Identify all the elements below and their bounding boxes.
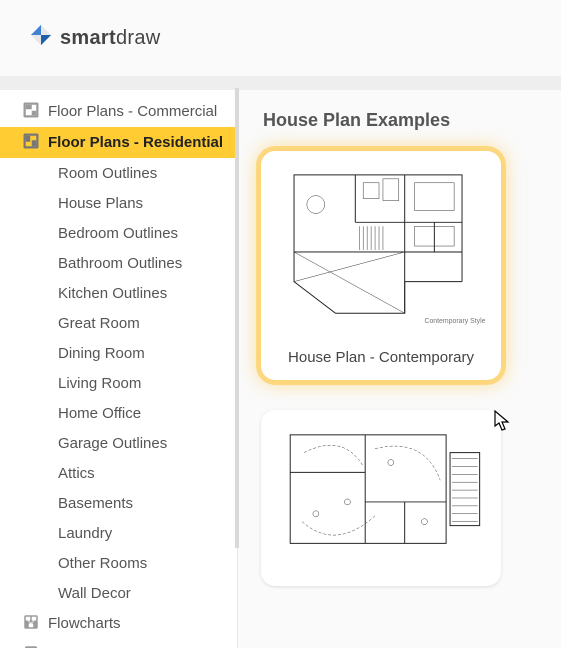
svg-text:Contemporary Style: Contemporary Style: [424, 318, 485, 325]
sidebar-subitem-great-room[interactable]: Great Room: [0, 308, 237, 338]
template-card-contemporary[interactable]: Contemporary Style House Plan - Contempo…: [261, 151, 501, 380]
sidebar-subitem-room-outlines[interactable]: Room Outlines: [0, 158, 237, 188]
sidebar-subitem-garage-outlines[interactable]: Garage Outlines: [0, 428, 237, 458]
sidebar-item-flowcharts[interactable]: Flowcharts: [0, 608, 237, 639]
sidebar-subitem-label: Other Rooms: [58, 555, 147, 572]
sidebar-subitem-attics[interactable]: Attics: [0, 458, 237, 488]
flowchart-icon: [22, 613, 48, 635]
sidebar-item-label: Floor Plans - Commercial: [48, 103, 217, 120]
template-thumbnail: [273, 422, 487, 572]
logo[interactable]: smartdraw: [22, 24, 161, 52]
sidebar-subitem-label: Room Outlines: [58, 165, 157, 182]
template-caption: House Plan - Contemporary: [273, 349, 489, 366]
sidebar-subitem-label: Dining Room: [58, 345, 145, 362]
floorplan-commercial-icon: [22, 101, 48, 123]
main-content: House Plan Examples: [241, 90, 561, 648]
sidebar-item-floorplans-residential[interactable]: Floor Plans - Residential: [0, 127, 237, 158]
sidebar-subitem-dining-room[interactable]: Dining Room: [0, 338, 237, 368]
logo-text: smartdraw: [60, 27, 161, 50]
sidebar-subitem-label: House Plans: [58, 195, 143, 212]
sidebar-item-floorplans-commercial[interactable]: Floor Plans - Commercial: [0, 96, 237, 127]
sidebar-subitem-basements[interactable]: Basements: [0, 488, 237, 518]
sidebar-subitem-wall-decor[interactable]: Wall Decor: [0, 578, 237, 608]
sidebar-item-label: Flowcharts: [48, 615, 121, 632]
sidebar: Floor Plans - Commercial Floor Plans - R…: [0, 90, 237, 648]
sidebar-subitem-home-office[interactable]: Home Office: [0, 398, 237, 428]
scrollbar[interactable]: [235, 88, 239, 548]
toolbar-strip: [0, 76, 561, 90]
sidebar-subitem-bedroom-outlines[interactable]: Bedroom Outlines: [0, 218, 237, 248]
sidebar-subitem-label: Bathroom Outlines: [58, 255, 182, 272]
sidebar-subitem-label: Home Office: [58, 405, 141, 422]
sidebar-subitem-label: Basements: [58, 495, 133, 512]
sidebar-subitem-label: Great Room: [58, 315, 140, 332]
page-title: House Plan Examples: [263, 110, 561, 131]
template-card-houseplan[interactable]: House Plan: [261, 410, 501, 586]
sidebar-subitem-bathroom-outlines[interactable]: Bathroom Outlines: [0, 248, 237, 278]
sidebar-subitem-kitchen-outlines[interactable]: Kitchen Outlines: [0, 278, 237, 308]
sidebar-subitem-other-rooms[interactable]: Other Rooms: [0, 548, 237, 578]
sidebar-item-flyers[interactable]: Flyers: [0, 639, 237, 648]
sidebar-item-label: Floor Plans - Residential: [48, 134, 223, 151]
sidebar-subitem-laundry[interactable]: Laundry: [0, 518, 237, 548]
app-header: smartdraw: [0, 0, 561, 76]
sidebar-subitem-label: Living Room: [58, 375, 141, 392]
sidebar-subitem-label: Bedroom Outlines: [58, 225, 178, 242]
sidebar-subitem-label: Garage Outlines: [58, 435, 167, 452]
template-thumbnail: Contemporary Style: [273, 163, 487, 335]
sidebar-subitem-label: Wall Decor: [58, 585, 131, 602]
sidebar-subitem-label: Kitchen Outlines: [58, 285, 167, 302]
logo-text-light: draw: [116, 27, 161, 49]
sidebar-subitem-label: Attics: [58, 465, 95, 482]
sidebar-subitem-living-room[interactable]: Living Room: [0, 368, 237, 398]
flyer-icon: [22, 644, 48, 648]
sidebar-subitem-house-plans[interactable]: House Plans: [0, 188, 237, 218]
logo-icon: [30, 24, 52, 52]
logo-text-bold: smart: [60, 27, 116, 49]
floorplan-residential-icon: [22, 132, 48, 154]
sidebar-subitem-label: Laundry: [58, 525, 112, 542]
